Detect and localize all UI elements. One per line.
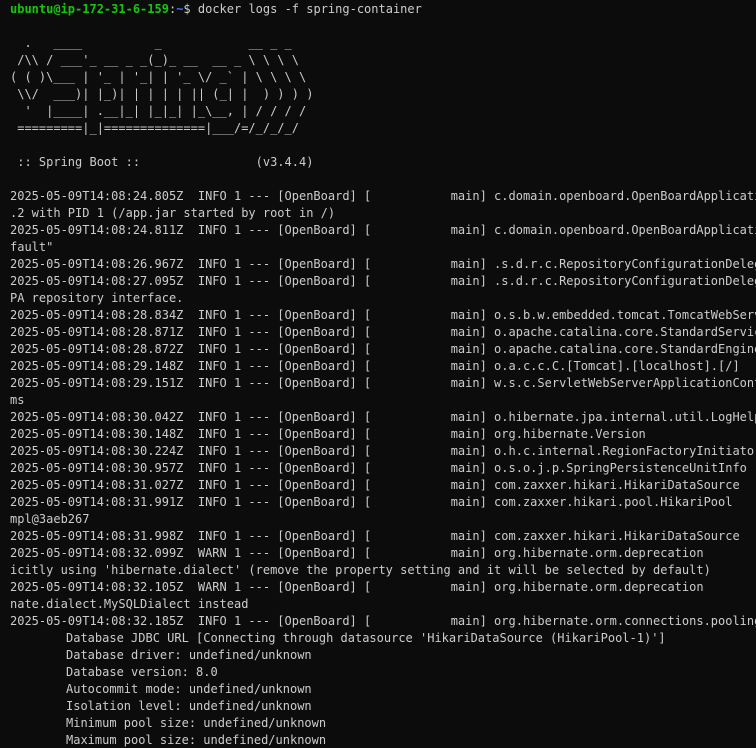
log-line: .2 with PID 1 (/app.jar started by root … — [10, 206, 336, 220]
banner-line: ( ( )\___ | '_ | '_| | '_ \/ _` | \ \ \ … — [10, 70, 307, 84]
log-output: 2025-05-09T14:08:24.805Z INFO 1 --- [Ope… — [0, 188, 756, 630]
db-info-line: Isolation level: undefined/unknown — [66, 699, 312, 713]
log-line: 2025-05-09T14:08:31.027Z INFO 1 --- [Ope… — [10, 478, 740, 492]
prompt-line: ubuntu@ip-172-31-6-159:~$ docker logs -f… — [0, 1, 756, 18]
log-line: 2025-05-09T14:08:32.105Z WARN 1 --- [Ope… — [10, 580, 704, 594]
banner-line: . ____ _ __ _ _ — [10, 36, 292, 50]
banner-line: =========|_|==============|___/=/_/_/_/ — [10, 121, 299, 135]
log-line: ms — [10, 393, 25, 407]
log-line: 2025-05-09T14:08:29.148Z INFO 1 --- [Ope… — [10, 359, 740, 373]
spring-boot-version-line: :: Spring Boot :: (v3.4.4) — [10, 155, 314, 169]
log-line: 2025-05-09T14:08:26.967Z INFO 1 --- [Ope… — [10, 257, 756, 271]
log-line: 2025-05-09T14:08:29.151Z INFO 1 --- [Ope… — [10, 376, 756, 390]
log-line: 2025-05-09T14:08:32.099Z WARN 1 --- [Ope… — [10, 546, 704, 560]
log-line: 2025-05-09T14:08:24.811Z INFO 1 --- [Ope… — [10, 223, 756, 237]
log-line: 2025-05-09T14:08:30.042Z INFO 1 --- [Ope… — [10, 410, 756, 424]
log-line: 2025-05-09T14:08:31.991Z INFO 1 --- [Ope… — [10, 495, 733, 509]
banner-line: \\/ ___)| |_)| | | | | || (_| | ) ) ) ) — [10, 87, 314, 101]
command-text: docker logs -f spring-container — [197, 2, 422, 16]
prompt-user-host: ubuntu@ip-172-31-6-159 — [10, 2, 169, 16]
prompt-symbol: $ — [183, 2, 198, 16]
db-info-line: Maximum pool size: undefined/unknown — [66, 733, 327, 747]
banner-line: ' |____| .__|_| |_|_| |_\__, | / / / / — [10, 104, 307, 118]
log-line: 2025-05-09T14:08:32.185Z INFO 1 --- [Ope… — [10, 614, 756, 628]
log-line: fault" — [10, 240, 54, 254]
log-line: icitly using 'hibernate.dialect' (remove… — [10, 563, 711, 577]
log-line: 2025-05-09T14:08:30.957Z INFO 1 --- [Ope… — [10, 461, 747, 475]
log-line: nate.dialect.MySQLDialect instead — [10, 597, 249, 611]
log-line: mpl@3aeb267 — [10, 512, 90, 526]
banner-line: /\\ / ___'_ __ _ _(_)_ __ __ _ \ \ \ \ — [10, 53, 299, 67]
log-line: 2025-05-09T14:08:28.834Z INFO 1 --- [Ope… — [10, 308, 756, 322]
db-info-line: Database JDBC URL [Connecting through da… — [66, 631, 666, 645]
terminal-window[interactable]: ubuntu@ip-172-31-6-159:~$ docker logs -f… — [0, 0, 756, 748]
db-info-line: Autocommit mode: undefined/unknown — [66, 682, 312, 696]
log-line: 2025-05-09T14:08:31.998Z INFO 1 --- [Ope… — [10, 529, 740, 543]
log-line: 2025-05-09T14:08:27.095Z INFO 1 --- [Ope… — [10, 274, 756, 288]
log-line: 2025-05-09T14:08:30.148Z INFO 1 --- [Ope… — [10, 427, 646, 441]
db-info-line: Database driver: undefined/unknown — [66, 648, 312, 662]
log-line: PA repository interface. — [10, 291, 184, 305]
db-info-line: Database version: 8.0 — [66, 665, 218, 679]
log-line: 2025-05-09T14:08:28.871Z INFO 1 --- [Ope… — [10, 325, 756, 339]
log-line: 2025-05-09T14:08:24.805Z INFO 1 --- [Ope… — [10, 189, 756, 203]
log-line: 2025-05-09T14:08:28.872Z INFO 1 --- [Ope… — [10, 342, 756, 356]
db-info-line: Minimum pool size: undefined/unknown — [66, 716, 327, 730]
log-line: 2025-05-09T14:08:30.224Z INFO 1 --- [Ope… — [10, 444, 756, 458]
db-info-output: Database JDBC URL [Connecting through da… — [0, 630, 756, 748]
